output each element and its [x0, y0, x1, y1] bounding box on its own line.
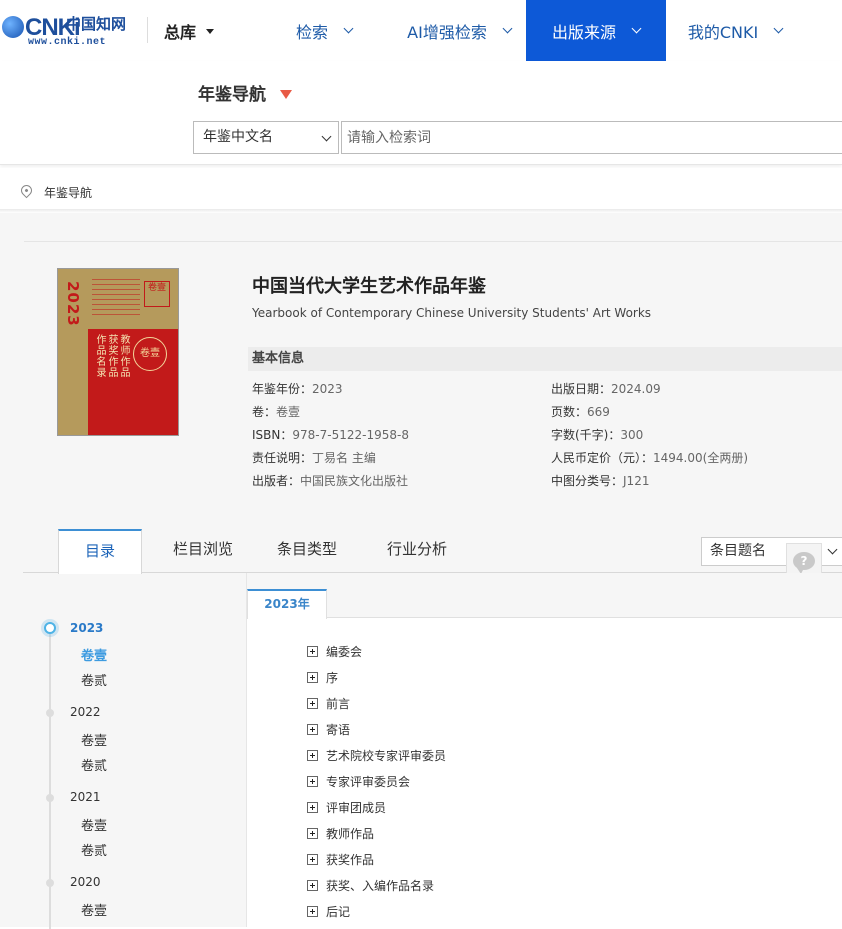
chevron-down-icon — [631, 23, 642, 33]
tab-year-2023[interactable]: 2023年 — [247, 589, 327, 619]
timeline-year-2020[interactable]: 2020 — [70, 875, 101, 889]
info-isbn: ISBN：978-7-5122-1958-8 — [252, 428, 409, 442]
timeline-volume[interactable]: 卷贰 — [81, 755, 107, 774]
search-area: 年鉴导航 年鉴中文名 — [0, 61, 842, 165]
toc-panel: 2023年 编委会 序 前言 寄语 艺术院校专家评审委员 专家评审委员会 评审团… — [246, 573, 842, 927]
expand-icon[interactable] — [307, 776, 318, 787]
timeline-volume[interactable]: 卷贰 — [81, 840, 107, 859]
toc-item[interactable]: 前言 — [307, 695, 350, 715]
toc-item[interactable]: 评审团成员 — [307, 799, 386, 819]
nav-item-publication-source[interactable]: 出版来源 — [526, 0, 666, 61]
book-cover-image: 2023 卷壹 作品名录 获奖作品 教师作品 卷壹 — [57, 268, 179, 436]
expand-icon[interactable] — [307, 828, 318, 839]
timeline-volume[interactable]: 卷壹 — [81, 815, 107, 834]
toc-item[interactable]: 序 — [307, 669, 338, 689]
expand-icon[interactable] — [307, 646, 318, 657]
nav-item-search[interactable]: 检索 — [264, 0, 384, 61]
timeline-node-active — [41, 619, 59, 637]
nav-divider — [147, 17, 148, 43]
timeline-volume[interactable]: 卷壹 — [81, 900, 107, 919]
timeline-volume[interactable]: 卷壹 — [81, 730, 107, 749]
cover-year: 2023 — [64, 281, 82, 327]
caret-down-icon — [206, 29, 215, 34]
chevron-down-icon — [343, 23, 354, 33]
year-tabbar: 2023年 — [247, 573, 842, 619]
expand-icon[interactable] — [307, 854, 318, 865]
timeline-year-2023[interactable]: 2023 — [70, 621, 103, 635]
toc-item[interactable]: 获奖、入编作品名录 — [307, 877, 434, 897]
divider — [24, 241, 842, 242]
expand-icon[interactable] — [307, 698, 318, 709]
expand-icon[interactable] — [307, 672, 318, 683]
timeline-node — [46, 709, 54, 717]
info-responsibility: 责任说明：丁易名 主编 — [252, 451, 376, 465]
search-title[interactable]: 年鉴导航 — [198, 80, 292, 105]
cover-circle-seal: 卷壹 — [133, 337, 167, 371]
timeline-node — [46, 794, 54, 802]
logo-cn-text: 中国知网 — [66, 15, 127, 33]
chevron-down-icon — [502, 23, 513, 33]
expand-icon[interactable] — [307, 750, 318, 761]
search-input[interactable] — [341, 121, 842, 154]
search-field-select[interactable]: 年鉴中文名 — [193, 121, 339, 154]
expand-icon[interactable] — [307, 802, 318, 813]
info-year: 年鉴年份：2023 — [252, 382, 343, 396]
book-english-title: Yearbook of Contemporary Chinese Univers… — [252, 306, 652, 320]
info-classification: 中图分类号：J121 — [551, 474, 650, 488]
timeline-node — [46, 879, 54, 887]
timeline-volume[interactable]: 卷贰 — [81, 670, 107, 689]
tab-column-browse[interactable]: 栏目浏览 — [158, 529, 248, 573]
timeline-year-2021[interactable]: 2021 — [70, 790, 101, 804]
nav-item-my-cnki[interactable]: 我的CNKI — [670, 0, 800, 61]
timeline-year-2022[interactable]: 2022 — [70, 705, 101, 719]
chevron-down-icon — [321, 131, 332, 142]
question-icon: ? — [793, 552, 815, 574]
year-timeline: 2023 卷壹 卷贰 2022 卷壹 卷贰 2021 卷壹 卷贰 2020 卷壹 — [0, 573, 246, 929]
toc-item[interactable]: 教师作品 — [307, 825, 374, 845]
toc-item[interactable]: 编委会 — [307, 643, 362, 663]
info-pub-date: 出版日期：2024.09 — [551, 382, 661, 396]
toc-item[interactable]: 专家评审委员会 — [307, 773, 410, 793]
zongku-dropdown[interactable]: 总库 — [164, 19, 215, 43]
top-navigation: CNKi 中国知网 www.cnki.net 总库 检索 AI增强检索 出版来源… — [0, 0, 842, 61]
book-title: 中国当代大学生艺术作品年鉴 — [252, 276, 486, 297]
nav-item-ai-search[interactable]: AI增强检索 — [388, 0, 530, 61]
timeline-volume[interactable]: 卷壹 — [81, 645, 107, 664]
chevron-down-icon — [827, 544, 838, 555]
tab-entry-type[interactable]: 条目类型 — [263, 529, 351, 573]
cover-seal: 卷壹 — [144, 281, 170, 307]
globe-icon — [2, 16, 24, 38]
expand-icon[interactable] — [307, 880, 318, 891]
info-volume: 卷：卷壹 — [252, 405, 301, 419]
info-pages: 页数：669 — [551, 405, 610, 419]
toc-item[interactable]: 艺术院校专家评审委员 — [307, 747, 446, 767]
main-content: 2023 卷壹 作品名录 获奖作品 教师作品 卷壹 中国当代大学生艺术作品年鉴 … — [0, 213, 842, 929]
logo-url-text: www.cnki.net — [28, 37, 107, 48]
cnki-logo[interactable]: CNKi 中国知网 www.cnki.net — [0, 10, 130, 50]
chevron-down-icon — [773, 23, 784, 33]
breadcrumb: 年鉴导航 — [0, 168, 842, 210]
toc-item[interactable]: 获奖作品 — [307, 851, 374, 871]
tab-industry-analysis[interactable]: 行业分析 — [373, 529, 461, 573]
basic-info-heading: 基本信息 — [248, 347, 842, 371]
breadcrumb-item[interactable]: 年鉴导航 — [44, 184, 92, 201]
toc-item[interactable]: 寄语 — [307, 721, 350, 741]
toc-item[interactable]: 后记 — [307, 903, 350, 923]
triangle-down-icon — [280, 90, 292, 99]
info-publisher: 出版者：中国民族文化出版社 — [252, 474, 409, 488]
expand-icon[interactable] — [307, 906, 318, 917]
tab-contents[interactable]: 目录 — [58, 529, 142, 574]
info-word-count: 字数(千字)：300 — [551, 428, 644, 442]
location-pin-icon — [18, 182, 35, 199]
info-price: 人民币定价（元）：1494.00(全两册) — [551, 451, 749, 465]
expand-icon[interactable] — [307, 724, 318, 735]
